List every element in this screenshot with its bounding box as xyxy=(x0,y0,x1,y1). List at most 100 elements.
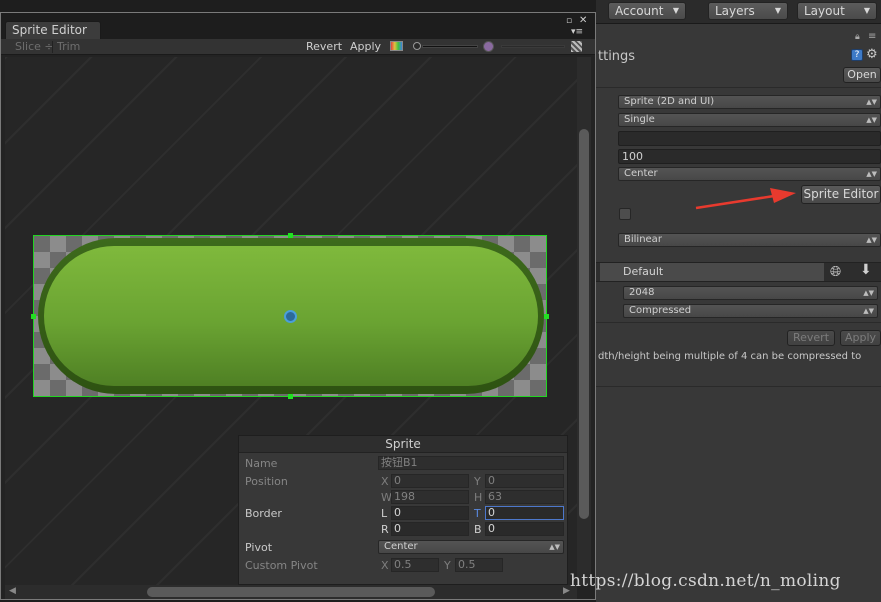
resize-handle-right[interactable] xyxy=(544,314,549,319)
sprite-editor-tab[interactable]: Sprite Editor xyxy=(5,21,101,39)
position-y-field[interactable]: 0 xyxy=(485,474,564,488)
globe-icon[interactable]: 🌐︎ xyxy=(830,264,841,280)
custom-pivot-label: Custom Pivot xyxy=(245,559,318,572)
resize-handle-top[interactable] xyxy=(288,233,293,238)
sprite-properties-panel: Sprite Name 按钮B1 Position X 0 Y 0 W 198 … xyxy=(238,435,568,585)
texture-type-dropdown[interactable]: Sprite (2D and UI) ▲▼ xyxy=(618,95,881,109)
chevron-updown-icon: ▲▼ xyxy=(866,170,877,178)
inspector-panel xyxy=(596,0,881,602)
custom-pivot-y-field[interactable]: 0.5 xyxy=(455,558,503,572)
open-button[interactable]: Open xyxy=(843,67,881,83)
vertical-scrollbar[interactable] xyxy=(577,57,591,585)
scroll-right-icon[interactable]: ▶ xyxy=(563,586,570,596)
lock-icon[interactable]: 🔒︎ xyxy=(855,32,860,42)
position-y-label: Y xyxy=(474,475,481,488)
inspector-revert-button[interactable]: Revert xyxy=(787,330,835,346)
name-label: Name xyxy=(245,457,278,470)
sprite-panel-title: Sprite xyxy=(239,436,567,453)
chevron-updown-icon: ▲▼ xyxy=(863,289,874,297)
sprite-mode-dropdown[interactable]: Single ▲▼ xyxy=(618,113,881,127)
position-label: Position xyxy=(245,475,288,488)
border-r-label: R xyxy=(381,523,389,536)
chevron-updown-icon: ▲▼ xyxy=(866,236,877,244)
mip-slider-track[interactable] xyxy=(501,45,565,48)
maximize-icon[interactable]: ▫ xyxy=(566,16,572,26)
chevron-down-icon: ▼ xyxy=(774,6,781,15)
account-dropdown[interactable]: Account ▼ xyxy=(608,2,686,20)
editor-toolbar: Slice ÷ Trim Revert Apply xyxy=(1,39,595,55)
slice-menu[interactable]: Slice ÷ xyxy=(15,39,54,54)
editor-apply-button[interactable]: Apply xyxy=(350,39,381,54)
pivot-dropdown[interactable]: Center ▲▼ xyxy=(618,167,881,181)
layers-label: Layers xyxy=(715,4,755,18)
max-size-dropdown[interactable]: 2048 ▲▼ xyxy=(623,286,878,300)
close-icon[interactable]: ✕ xyxy=(579,15,587,26)
border-b-field[interactable]: 0 xyxy=(485,522,564,536)
texture-type-value: Sprite (2D and UI) xyxy=(624,96,715,107)
chevron-down-icon: ▼ xyxy=(672,6,679,15)
sprite-editor-window: Sprite Editor ▫ ✕ ▾≡ Slice ÷ Trim Revert… xyxy=(0,12,596,600)
pivot-label: Pivot xyxy=(245,541,273,554)
format-dropdown[interactable]: Compressed ▲▼ xyxy=(623,304,878,318)
height-field[interactable]: 63 xyxy=(485,490,564,504)
color-channel-icon[interactable] xyxy=(390,41,403,51)
menu-icon[interactable]: ≡ xyxy=(868,31,876,42)
import-settings-header: ttings xyxy=(598,49,636,64)
border-t-field[interactable]: 0 xyxy=(485,506,564,520)
generate-mip-checkbox[interactable] xyxy=(619,208,631,220)
alpha-toggle-icon[interactable] xyxy=(571,41,582,52)
pixels-per-unit-input[interactable]: 100 xyxy=(618,149,881,164)
top-toolbar: Account ▼ Layers ▼ Layout ▼ xyxy=(596,0,881,24)
packing-tag-input[interactable] xyxy=(618,131,881,146)
chevron-updown-icon: ▲▼ xyxy=(549,543,560,551)
filter-mode-dropdown[interactable]: Bilinear ▲▼ xyxy=(618,233,881,247)
sprite-canvas[interactable]: Sprite Name 按钮B1 Position X 0 Y 0 W 198 … xyxy=(5,57,577,585)
chevron-updown-icon: ▲▼ xyxy=(866,98,877,106)
sprite-editor-button[interactable]: Sprite Editor xyxy=(801,185,881,204)
resize-handle-bottom[interactable] xyxy=(288,394,293,399)
scroll-left-icon[interactable]: ◀ xyxy=(9,586,16,596)
border-label: Border xyxy=(245,507,282,520)
layers-dropdown[interactable]: Layers ▼ xyxy=(708,2,788,20)
position-x-field[interactable]: 0 xyxy=(391,474,469,488)
sprite-pivot-dropdown[interactable]: Center ▲▼ xyxy=(378,540,564,554)
compression-info-text: dth/height being multiple of 4 can be co… xyxy=(598,351,862,362)
watermark-text: https://blog.csdn.net/n_moling xyxy=(570,571,841,591)
help-icon[interactable]: ? xyxy=(851,49,863,61)
chevron-down-icon: ▼ xyxy=(863,6,870,15)
editor-revert-button[interactable]: Revert xyxy=(306,39,342,54)
custom-pivot-x-field[interactable]: 0.5 xyxy=(391,558,439,572)
trim-button[interactable]: Trim xyxy=(57,39,80,54)
pivot-value: Center xyxy=(624,168,658,179)
format-value: Compressed xyxy=(629,305,692,316)
gear-icon[interactable]: ⚙ xyxy=(866,47,878,62)
horizontal-scroll-thumb[interactable] xyxy=(147,587,435,597)
resize-handle-left[interactable] xyxy=(31,314,36,319)
layout-dropdown[interactable]: Layout ▼ xyxy=(797,2,877,20)
border-l-field[interactable]: 0 xyxy=(391,506,469,520)
window-menu-icon[interactable]: ▾≡ xyxy=(571,27,583,37)
border-l-label: L xyxy=(381,507,388,520)
sprite-rect[interactable] xyxy=(31,233,549,399)
height-label: H xyxy=(474,491,483,504)
vertical-scroll-thumb[interactable] xyxy=(579,129,589,519)
toolbar-divider xyxy=(52,41,53,53)
filter-mode-value: Bilinear xyxy=(624,234,662,245)
inspector-apply-button[interactable]: Apply xyxy=(840,330,881,346)
horizontal-scrollbar[interactable]: ◀ ▶ xyxy=(5,585,577,599)
window-tab-strip: Sprite Editor ▫ ✕ ▾≡ xyxy=(1,13,595,39)
position-x-label: X xyxy=(381,475,389,488)
custom-pivot-x-label: X xyxy=(381,559,389,572)
pivot-handle-icon[interactable] xyxy=(284,310,297,323)
max-size-value: 2048 xyxy=(629,287,655,298)
zoom-slider-track[interactable] xyxy=(422,45,478,48)
zoom-min-icon xyxy=(413,42,421,50)
layout-label: Layout xyxy=(804,4,845,18)
width-field[interactable]: 198 xyxy=(391,490,469,504)
download-icon[interactable]: ⬇ xyxy=(860,262,872,278)
platform-tab-default[interactable]: Default xyxy=(600,263,824,281)
border-b-label: B xyxy=(474,523,482,536)
border-r-field[interactable]: 0 xyxy=(391,522,469,536)
name-field[interactable]: 按钮B1 xyxy=(378,456,564,470)
account-label: Account xyxy=(615,4,664,18)
